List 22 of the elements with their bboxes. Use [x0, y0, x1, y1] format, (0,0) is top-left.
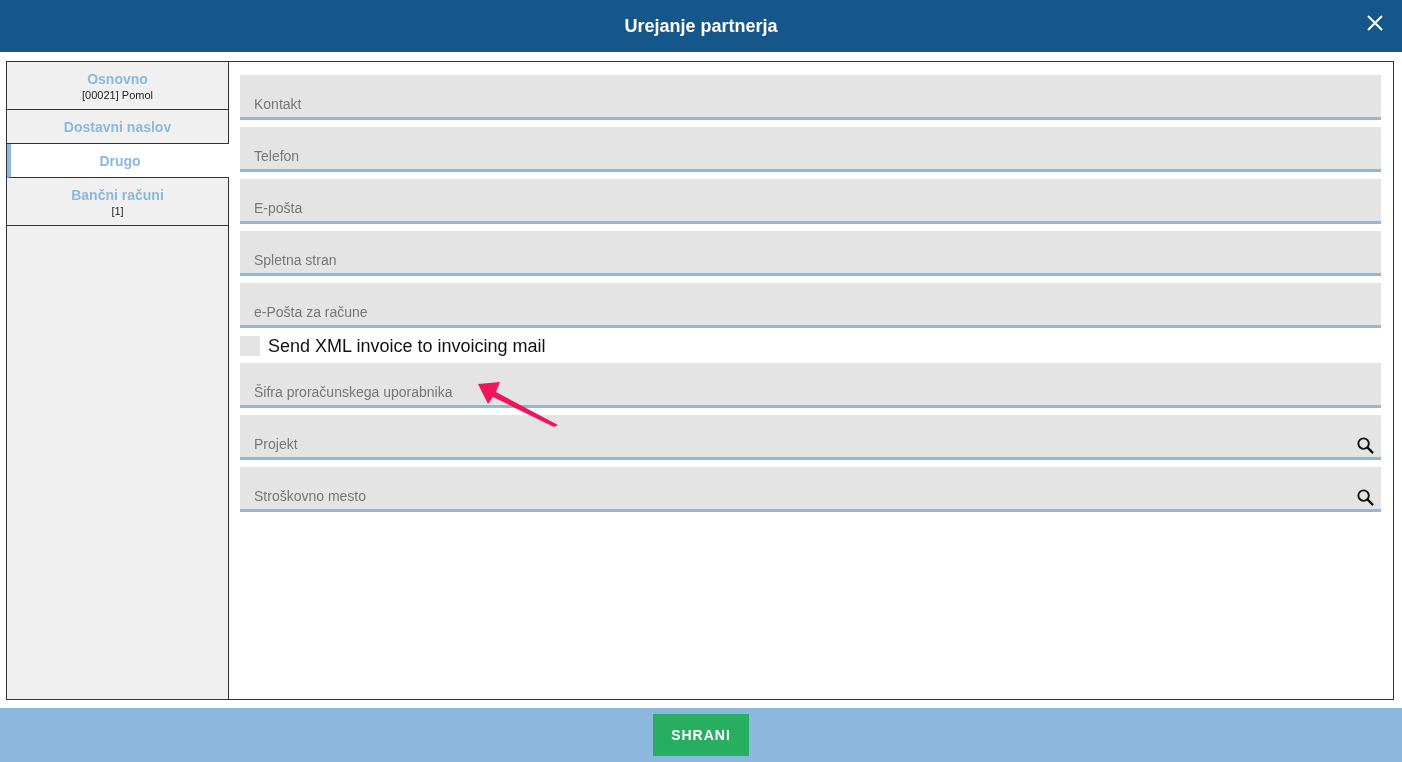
save-button[interactable]: SHRANI	[653, 714, 749, 756]
window-title: Urejanje partnerja	[624, 15, 778, 37]
input-field[interactable]: e-Pošta za račune	[240, 283, 1381, 328]
checkbox-label: Send XML invoice to invoicing mail	[268, 335, 546, 357]
input-field[interactable]: Telefon	[240, 127, 1381, 172]
input-field[interactable]: E-pošta	[240, 179, 1381, 224]
close-icon[interactable]	[1367, 15, 1383, 31]
tab-subtitle: [00021] Pomol	[82, 89, 153, 101]
sidebar-tab[interactable]: Drugo	[7, 144, 229, 178]
tab-subtitle: [1]	[111, 205, 124, 217]
input-field[interactable]: Projekt	[240, 415, 1381, 460]
search-icon[interactable]	[1356, 436, 1375, 455]
input-field[interactable]: Šifra proračunskega uporabnika	[240, 363, 1381, 408]
checkbox[interactable]	[240, 336, 260, 356]
tab-label: Bančni računi	[71, 187, 164, 203]
tab-label: Osnovno	[87, 71, 148, 87]
input-field[interactable]: Kontakt	[240, 75, 1381, 120]
input-field[interactable]: Stroškovno mesto	[240, 467, 1381, 512]
input-field[interactable]: Spletna stran	[240, 231, 1381, 276]
tab-label: Dostavni naslov	[63, 119, 172, 135]
tab-label: Drugo	[99, 153, 141, 169]
search-icon[interactable]	[1356, 488, 1375, 507]
